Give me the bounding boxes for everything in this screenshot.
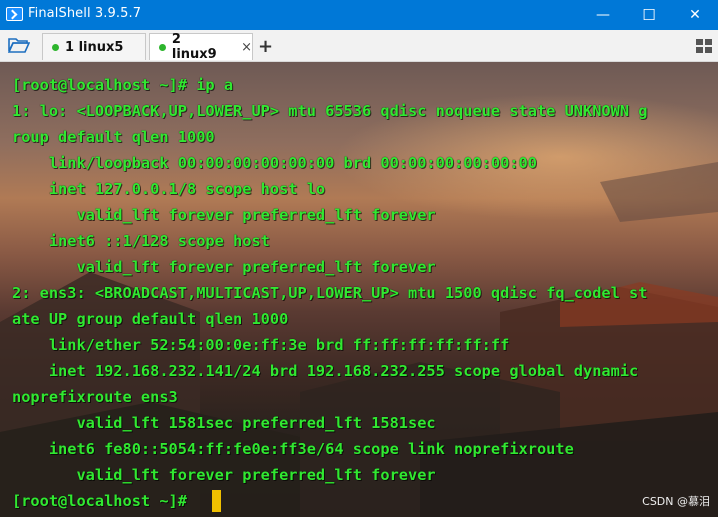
title-bar: FinalShell 3.9.5.7 — ☐ ✕: [0, 0, 718, 30]
tab-close-icon[interactable]: ×: [241, 40, 252, 55]
minimize-button[interactable]: —: [580, 0, 626, 30]
terminal-line: valid_lft forever preferred_lft forever: [12, 258, 436, 276]
terminal-line: inet 127.0.0.1/8 scope host lo: [12, 180, 326, 198]
terminal-pane[interactable]: [root@localhost ~]# ip a 1: lo: <LOOPBAC…: [0, 62, 718, 517]
terminal-line: link/loopback 00:00:00:00:00:00 brd 00:0…: [12, 154, 537, 172]
terminal-prompt: [root@localhost ~]#: [12, 492, 197, 510]
terminal-line: ate UP group default qlen 1000: [12, 310, 289, 328]
watermark: CSDN @慕泪: [642, 495, 710, 508]
terminal-line: inet 192.168.232.141/24 brd 192.168.232.…: [12, 362, 639, 380]
terminal-line: inet6 ::1/128 scope host: [12, 232, 270, 250]
folder-icon[interactable]: [8, 37, 30, 53]
layout-grid-icon[interactable]: [696, 39, 712, 53]
terminal-line: noprefixroute ens3: [12, 388, 178, 406]
status-dot-icon: [159, 43, 166, 51]
terminal-cursor: [212, 490, 221, 512]
app-icon: [6, 7, 23, 21]
tab-label: 2 linux9: [171, 32, 217, 62]
close-button[interactable]: ✕: [672, 0, 718, 30]
terminal-output: [root@localhost ~]# ip a 1: lo: <LOOPBAC…: [12, 72, 647, 514]
terminal-line: valid_lft 1581sec preferred_lft 1581sec: [12, 414, 436, 432]
terminal-line: valid_lft forever preferred_lft forever: [12, 466, 436, 484]
status-dot-icon: [52, 43, 59, 51]
terminal-line: [root@localhost ~]# ip a: [12, 76, 234, 94]
tab-linux5[interactable]: 1 linux5: [42, 33, 146, 60]
toolbar: 1 linux5 2 linux9 × +: [0, 30, 718, 62]
terminal-line: 1: lo: <LOOPBACK,UP,LOWER_UP> mtu 65536 …: [12, 102, 648, 120]
tab-label: 1 linux5: [65, 39, 124, 55]
terminal-line: inet6 fe80::5054:ff:fe0e:ff3e/64 scope l…: [12, 440, 574, 458]
maximize-button[interactable]: ☐: [626, 0, 672, 30]
terminal-line: roup default qlen 1000: [12, 128, 215, 146]
terminal-line: 2: ens3: <BROADCAST,MULTICAST,UP,LOWER_U…: [12, 284, 648, 302]
terminal-line: valid_lft forever preferred_lft forever: [12, 206, 436, 224]
tab-linux9[interactable]: 2 linux9 ×: [149, 32, 253, 62]
add-tab-button[interactable]: +: [258, 36, 273, 57]
window-title: FinalShell 3.9.5.7: [28, 6, 142, 21]
terminal-line: link/ether 52:54:00:0e:ff:3e brd ff:ff:f…: [12, 336, 510, 354]
